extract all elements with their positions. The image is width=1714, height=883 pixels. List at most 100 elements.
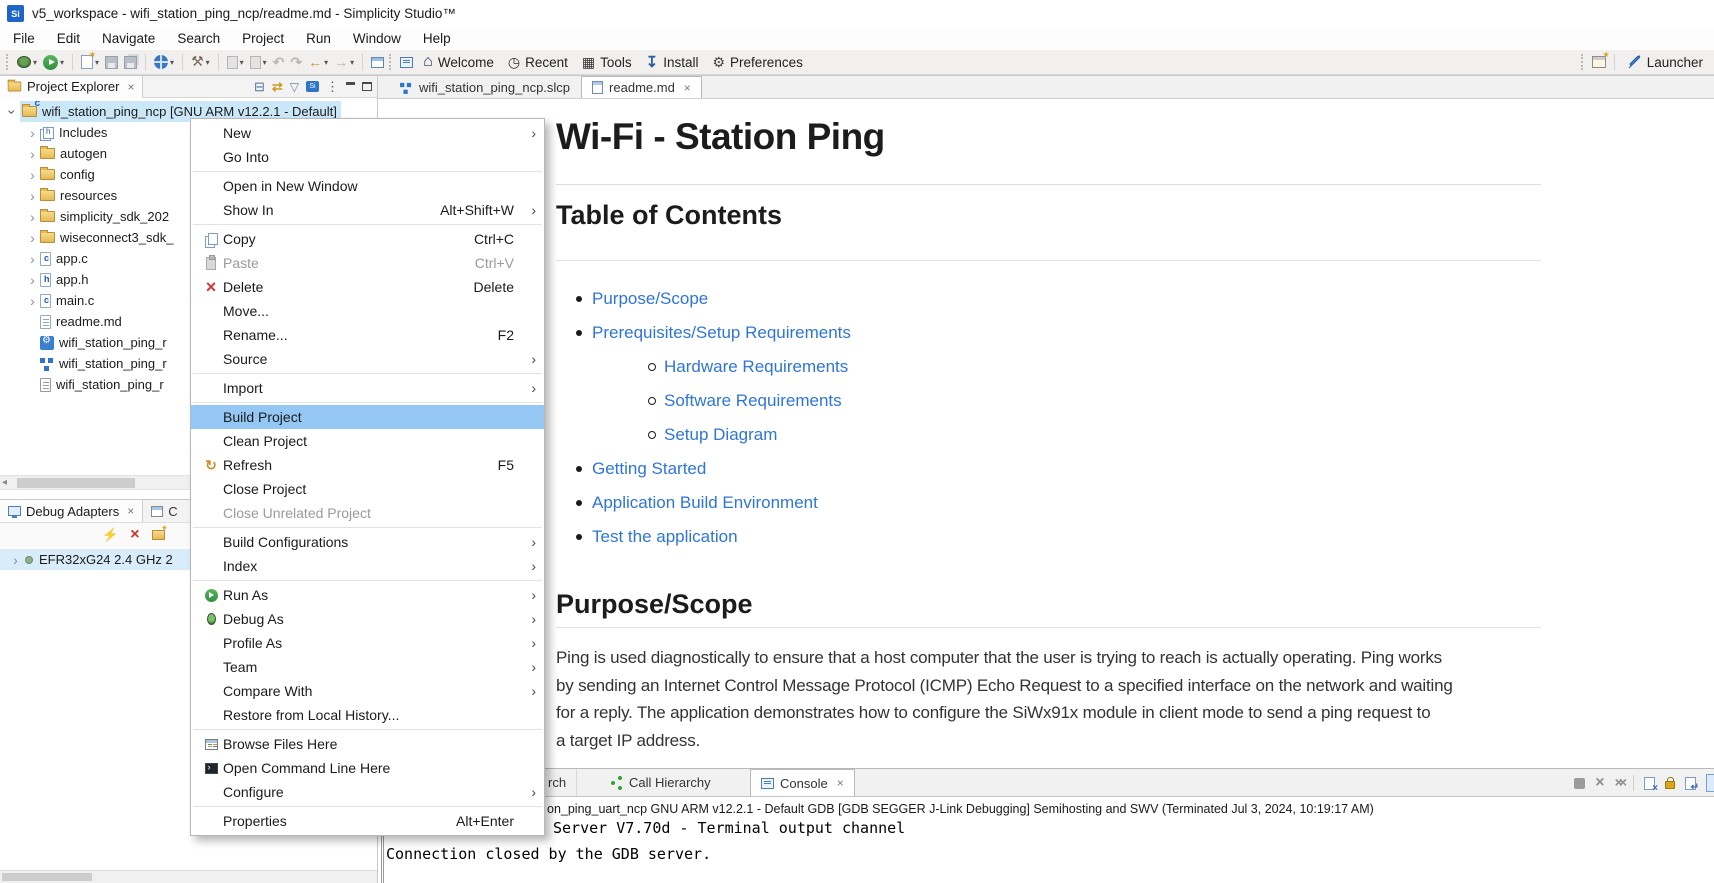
context-menu-item-source[interactable]: Source› bbox=[191, 347, 544, 371]
menu-run[interactable]: Run bbox=[295, 27, 342, 50]
view-menu-icon[interactable] bbox=[326, 79, 339, 95]
open-perspective-button[interactable] bbox=[1590, 52, 1608, 73]
expanded-arrow-icon[interactable]: › bbox=[5, 104, 21, 119]
context-menu-item-debug-as[interactable]: Debug As› bbox=[191, 607, 544, 631]
context-menu-item-import[interactable]: Import› bbox=[191, 376, 544, 400]
run-button[interactable]: ▾ bbox=[41, 52, 66, 73]
collapsed-arrow-icon[interactable]: › bbox=[25, 125, 40, 141]
new-source-alt-button[interactable]: ▾ bbox=[248, 52, 269, 73]
collapsed-arrow-icon[interactable]: › bbox=[25, 146, 40, 162]
open-console-button[interactable] bbox=[398, 52, 415, 73]
context-menu-item-run-as[interactable]: Run As› bbox=[191, 583, 544, 607]
back-history-button[interactable]: ←▾ bbox=[306, 52, 330, 73]
welcome-button[interactable]: Welcome bbox=[416, 54, 501, 70]
context-menu-item-configure[interactable]: Configure› bbox=[191, 780, 544, 804]
context-menu-item-build-configurations[interactable]: Build Configurations› bbox=[191, 530, 544, 554]
menu-navigate[interactable]: Navigate bbox=[91, 27, 166, 50]
tab-slcp-editor[interactable]: wifi_station_ping_ncp.slcp bbox=[388, 76, 581, 98]
link-with-editor-icon[interactable] bbox=[272, 79, 283, 95]
toc-link-setup-diagram[interactable]: Setup Diagram bbox=[664, 425, 777, 444]
collapsed-arrow-icon[interactable]: › bbox=[25, 188, 40, 204]
menu-file[interactable]: File bbox=[2, 27, 46, 50]
toc-link-build-environment[interactable]: Application Build Environment bbox=[592, 493, 818, 512]
tools-button[interactable]: Tools bbox=[575, 55, 639, 70]
tab-project-explorer[interactable]: Project Explorer × bbox=[0, 76, 143, 98]
context-menu-item-close-unrelated[interactable]: Close Unrelated Project bbox=[191, 501, 544, 525]
debug-button[interactable]: ▾ bbox=[15, 52, 39, 73]
close-icon[interactable]: × bbox=[127, 80, 134, 94]
context-menu-item-team[interactable]: Team› bbox=[191, 655, 544, 679]
toc-link-software[interactable]: Software Requirements bbox=[664, 391, 842, 410]
context-menu-item-delete[interactable]: DeleteDelete bbox=[191, 275, 544, 299]
menu-project[interactable]: Project bbox=[231, 27, 295, 50]
word-wrap-icon[interactable] bbox=[1685, 777, 1696, 790]
forward-history-button[interactable]: →▾ bbox=[332, 52, 356, 73]
context-menu-item-compare-with[interactable]: Compare With› bbox=[191, 679, 544, 703]
collapsed-arrow-icon[interactable]: › bbox=[25, 293, 40, 309]
tab-console[interactable]: Console × bbox=[750, 769, 855, 796]
remove-all-launches-icon[interactable] bbox=[1615, 775, 1623, 791]
context-menu-item-build-project[interactable]: Build Project bbox=[191, 405, 544, 429]
context-menu-item-properties[interactable]: PropertiesAlt+Enter bbox=[191, 809, 544, 833]
scroll-lock-icon[interactable] bbox=[1665, 781, 1675, 789]
collapsed-arrow-icon[interactable]: › bbox=[25, 209, 40, 225]
context-menu-item-move[interactable]: Move... bbox=[191, 299, 544, 323]
horizontal-scrollbar[interactable] bbox=[0, 870, 377, 883]
context-menu-item-profile-as[interactable]: Profile As› bbox=[191, 631, 544, 655]
menu-help[interactable]: Help bbox=[412, 27, 462, 50]
collapse-all-icon[interactable] bbox=[254, 79, 265, 95]
new-source-button[interactable]: ▾ bbox=[225, 52, 246, 73]
save-all-button[interactable] bbox=[122, 52, 139, 73]
context-menu-item-close-project[interactable]: Close Project bbox=[191, 477, 544, 501]
context-menu-item-browse-files[interactable]: Browse Files Here bbox=[191, 732, 544, 756]
launcher-perspective-button[interactable]: Launcher bbox=[1620, 55, 1710, 70]
minimize-icon[interactable] bbox=[346, 82, 355, 85]
context-menu-item-open-command-line[interactable]: Open Command Line Here bbox=[191, 756, 544, 780]
scrollbar-thumb[interactable] bbox=[2, 873, 92, 881]
tab-debug-adapters[interactable]: Debug Adapters × bbox=[0, 500, 143, 522]
close-icon[interactable]: × bbox=[127, 504, 134, 518]
build-button[interactable]: ▾ bbox=[189, 52, 212, 73]
pin-console-icon[interactable] bbox=[1706, 774, 1714, 792]
context-menu-item-show-in[interactable]: Show InAlt+Shift+W› bbox=[191, 198, 544, 222]
menu-search[interactable]: Search bbox=[166, 27, 231, 50]
scrollbar-thumb[interactable] bbox=[17, 478, 135, 488]
close-icon[interactable]: × bbox=[684, 81, 691, 95]
toc-link-test-application[interactable]: Test the application bbox=[592, 527, 738, 546]
context-menu-item-restore-history[interactable]: Restore from Local History... bbox=[191, 703, 544, 727]
menu-edit[interactable]: Edit bbox=[46, 27, 91, 50]
collapsed-arrow-icon[interactable]: › bbox=[25, 230, 40, 246]
toc-link-purpose[interactable]: Purpose/Scope bbox=[592, 289, 708, 308]
menu-window[interactable]: Window bbox=[342, 27, 412, 50]
tab-partial-view[interactable]: C bbox=[143, 500, 185, 522]
context-menu-item-open-in-new-window[interactable]: Open in New Window bbox=[191, 174, 544, 198]
context-menu-item-paste[interactable]: PasteCtrl+V bbox=[191, 251, 544, 275]
collapsed-arrow-icon[interactable]: › bbox=[25, 167, 40, 183]
maximize-icon[interactable] bbox=[362, 82, 372, 91]
tab-call-hierarchy[interactable]: Call Hierarchy bbox=[600, 769, 721, 796]
toc-link-hardware[interactable]: Hardware Requirements bbox=[664, 357, 848, 376]
last-edit-forward-button[interactable]: ↷ bbox=[288, 52, 304, 73]
context-menu-item-go-into[interactable]: Go Into bbox=[191, 145, 544, 169]
collapsed-arrow-icon[interactable]: › bbox=[25, 272, 40, 288]
install-button[interactable]: Install bbox=[639, 55, 706, 70]
context-menu-item-index[interactable]: Index› bbox=[191, 554, 544, 578]
save-button[interactable] bbox=[103, 52, 120, 73]
context-menu-item-rename[interactable]: Rename...F2 bbox=[191, 323, 544, 347]
preferences-button[interactable]: Preferences bbox=[705, 55, 809, 70]
open-task-button[interactable] bbox=[369, 52, 386, 73]
target-button[interactable]: ▾ bbox=[152, 52, 176, 73]
tab-readme-editor[interactable]: readme.md × bbox=[581, 76, 702, 98]
context-menu-item-new[interactable]: New› bbox=[191, 121, 544, 145]
remove-launch-icon[interactable] bbox=[1595, 775, 1604, 791]
new-wizard-button[interactable]: ▾ bbox=[79, 52, 101, 73]
group-folder-icon[interactable] bbox=[152, 530, 165, 540]
connect-icon[interactable] bbox=[102, 527, 118, 543]
last-edit-back-button[interactable]: ↶ bbox=[271, 52, 287, 73]
context-menu-item-copy[interactable]: CopyCtrl+C bbox=[191, 227, 544, 251]
collapsed-arrow-icon[interactable]: › bbox=[8, 552, 23, 568]
context-menu-item-clean-project[interactable]: Clean Project bbox=[191, 429, 544, 453]
clear-console-icon[interactable] bbox=[1644, 777, 1655, 790]
si-badge-icon[interactable]: Si bbox=[306, 81, 319, 92]
close-icon[interactable]: × bbox=[837, 776, 844, 790]
